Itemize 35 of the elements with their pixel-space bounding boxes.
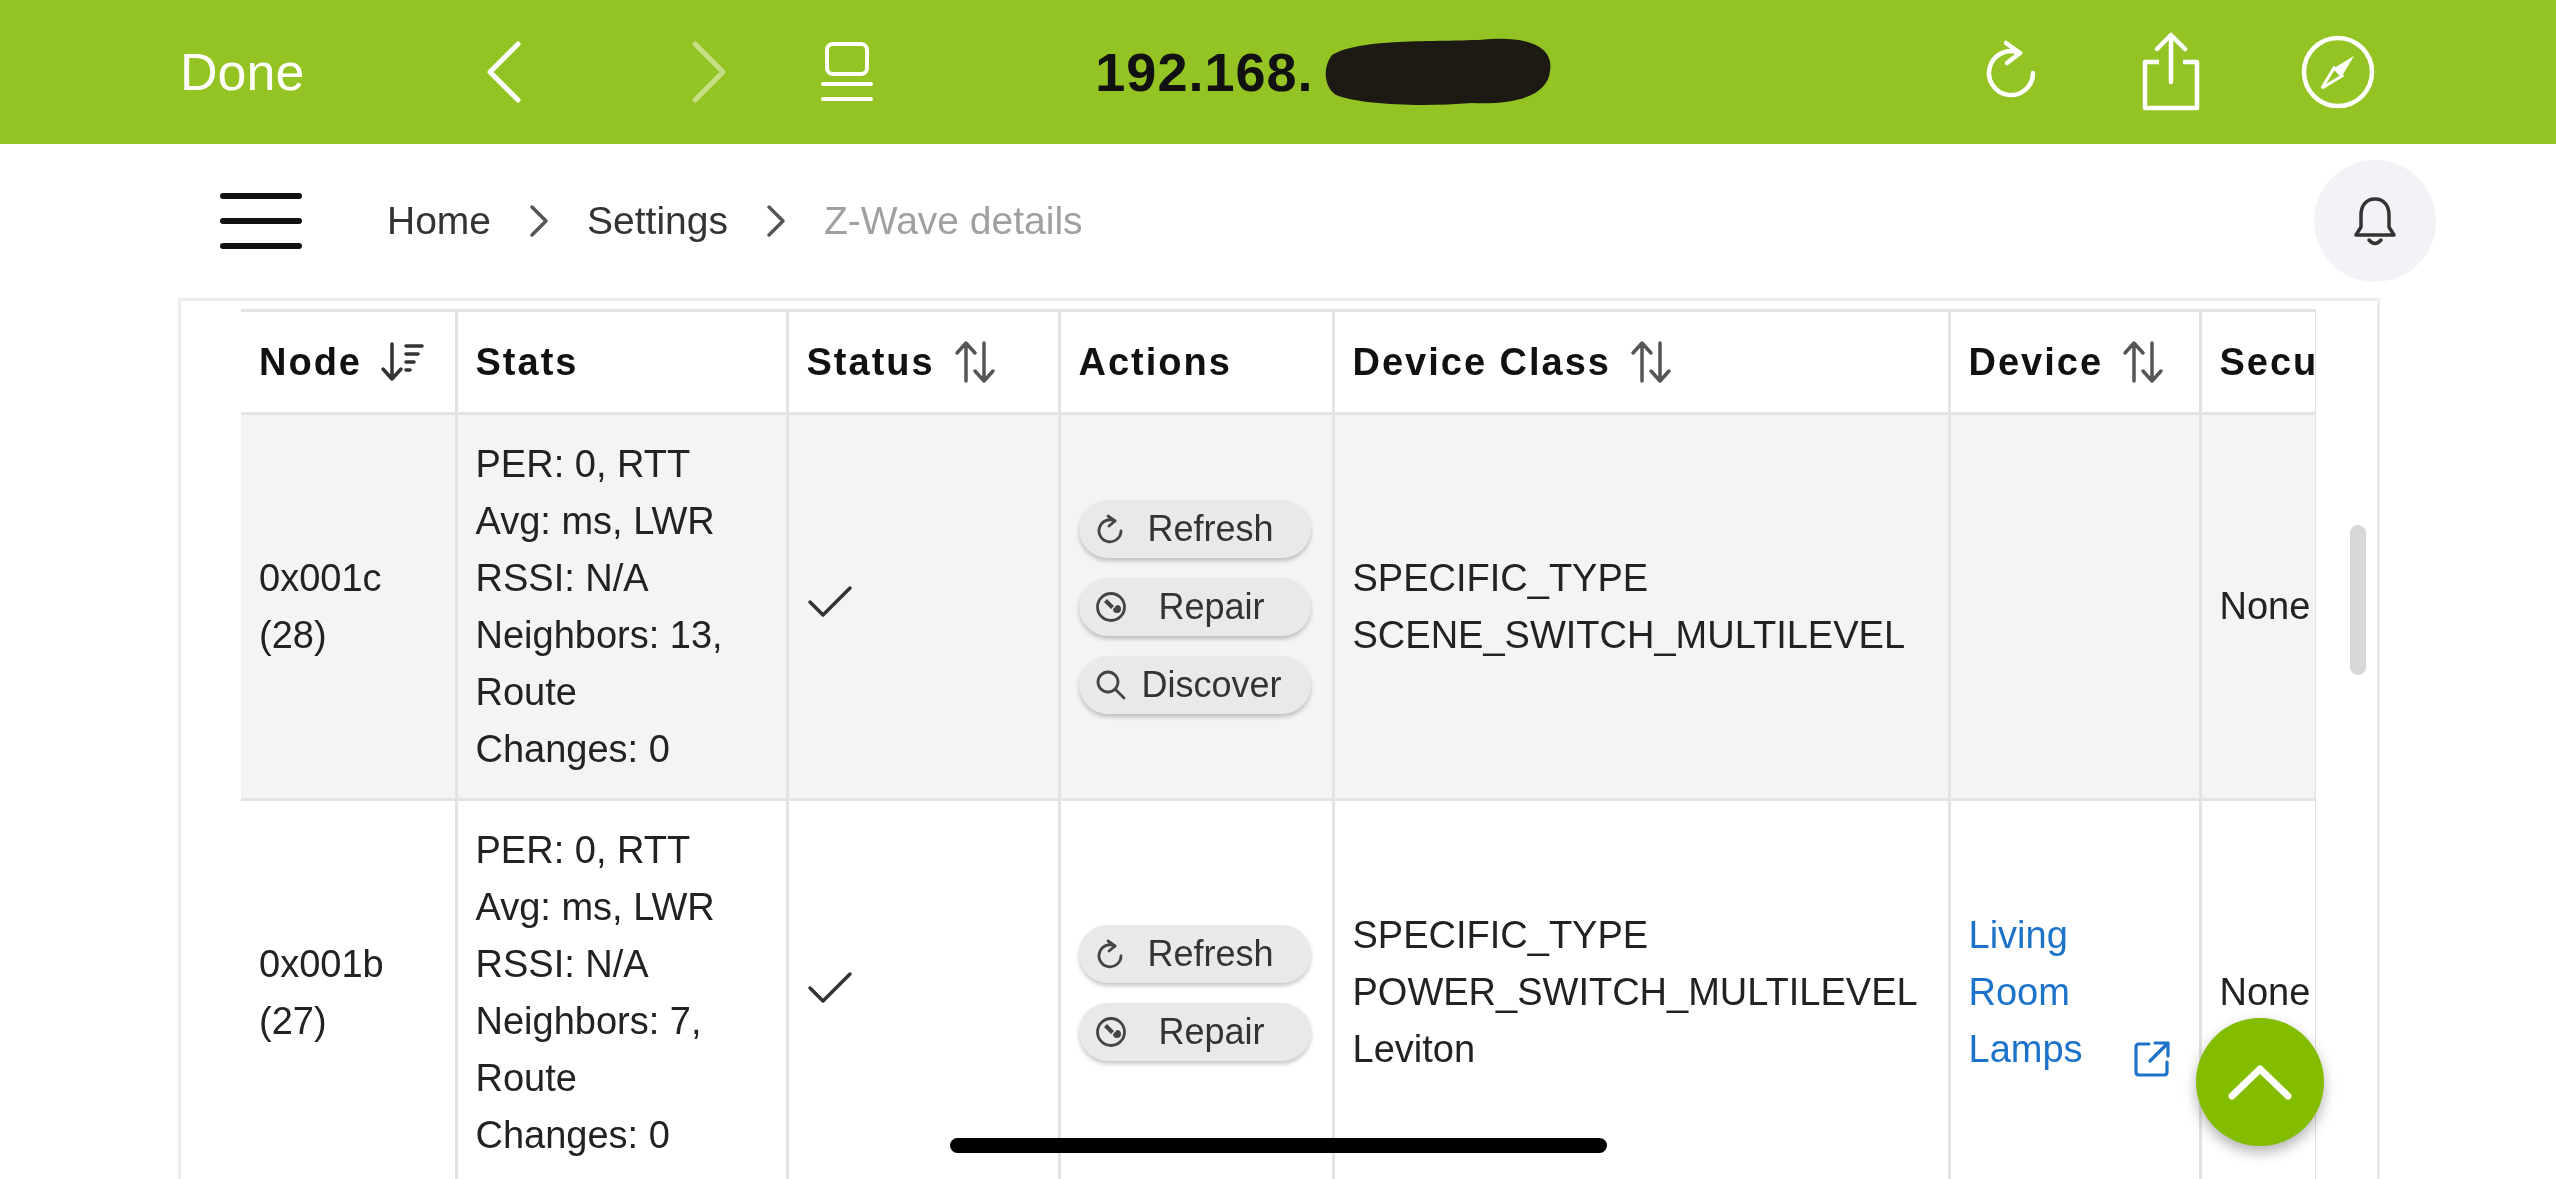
scrollbar-thumb[interactable] xyxy=(2350,525,2366,675)
node-stats: PER: 0, RTT Avg: ms, LWR RSSI: N/A Neighbors: 7, Route Changes: 0 xyxy=(475,827,716,1158)
chevron-right-icon xyxy=(529,204,550,238)
sort-icon[interactable] xyxy=(2121,339,2166,385)
breadcrumb-link[interactable]: Home xyxy=(387,199,492,243)
action-button[interactable]: Repair xyxy=(1078,1002,1311,1061)
search-icon xyxy=(1094,668,1127,701)
chevron-right-icon xyxy=(765,204,786,238)
column-header: Stats xyxy=(475,339,579,385)
tabs-icon[interactable] xyxy=(819,41,876,103)
action-button[interactable]: Refresh xyxy=(1078,924,1311,983)
bell-icon xyxy=(2353,195,2397,247)
action-button[interactable]: Refresh xyxy=(1078,499,1311,558)
breadcrumb-link[interactable]: Settings xyxy=(587,199,728,243)
wrench-icon xyxy=(1094,590,1127,623)
node-id: 0x001b (27) xyxy=(259,942,384,1042)
menu-icon[interactable] xyxy=(220,191,302,251)
wrench-icon xyxy=(1094,1015,1127,1048)
chevron-up-icon xyxy=(2227,1063,2293,1101)
device-class: SPECIFIC_TYPE SCENE_SWITCH_MULTILEVEL xyxy=(1352,556,1906,656)
column-header: Actions xyxy=(1078,339,1232,385)
node-stats: PER: 0, RTT Avg: ms, LWR RSSI: N/A Neighbors: 13, Route Changes: 0 xyxy=(475,441,724,772)
action-button[interactable]: Repair xyxy=(1078,577,1311,636)
address-text[interactable]: 192.168. xyxy=(1095,41,1314,103)
sort-icon[interactable] xyxy=(1629,339,1673,385)
node-id: 0x001c (28) xyxy=(259,556,382,656)
action-button[interactable]: Discover xyxy=(1078,655,1311,714)
external-link-icon[interactable] xyxy=(2132,1040,2171,1078)
column-header: Secu xyxy=(2219,339,2316,385)
security-value: None xyxy=(2219,971,2311,1013)
device-class: SPECIFIC_TYPE POWER_SWITCH_MULTILEVEL Leviton xyxy=(1352,914,1917,1070)
compass-icon[interactable] xyxy=(2300,34,2376,110)
sort-icon[interactable] xyxy=(952,339,997,385)
sort-descending-icon[interactable] xyxy=(380,340,424,384)
security-value: None xyxy=(2219,585,2311,627)
